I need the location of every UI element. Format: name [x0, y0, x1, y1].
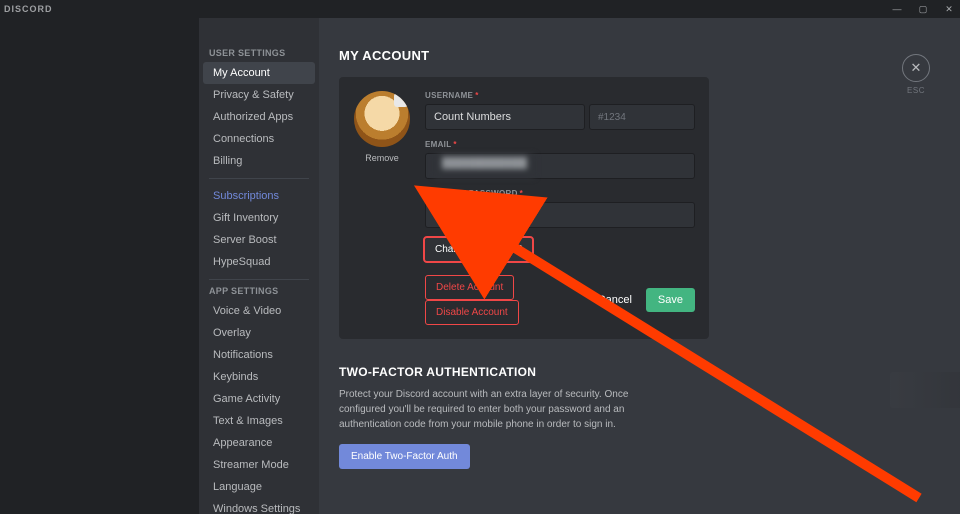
sidebar-item-windows-settings[interactable]: Windows Settings: [203, 498, 315, 514]
user-settings-header: USER SETTINGS: [199, 48, 319, 62]
save-button[interactable]: Save: [646, 288, 695, 312]
account-card: Remove USERNAME* EMAIL* ████████████ CUR…: [339, 77, 709, 339]
avatar-remove-link[interactable]: Remove: [365, 153, 399, 163]
sidebar-item-connections[interactable]: Connections: [203, 128, 315, 150]
twofa-title: TWO-FACTOR AUTHENTICATION: [339, 365, 930, 379]
email-input[interactable]: ████████████: [425, 153, 695, 179]
sidebar-item-text-images[interactable]: Text & Images: [203, 410, 315, 432]
enable-twofa-button[interactable]: Enable Two-Factor Auth: [339, 444, 470, 469]
sidebar-item-server-boost[interactable]: Server Boost: [203, 229, 315, 251]
sidebar-item-voice[interactable]: Voice & Video: [203, 300, 315, 322]
discriminator-input[interactable]: [589, 104, 695, 130]
maximize-icon[interactable]: ▢: [916, 4, 930, 15]
sidebar-item-notifications[interactable]: Notifications: [203, 344, 315, 366]
close-x-icon[interactable]: ✕: [902, 54, 930, 82]
left-gutter: [0, 18, 199, 514]
sidebar-item-my-account[interactable]: My Account: [203, 62, 315, 84]
sidebar-item-billing[interactable]: Billing: [203, 150, 315, 172]
cancel-button[interactable]: Cancel: [588, 288, 642, 312]
twofa-illustration: [890, 372, 960, 408]
sidebar-item-overlay[interactable]: Overlay: [203, 322, 315, 344]
password-label: CURRENT PASSWORD*: [425, 189, 695, 198]
sidebar-item-gift-inventory[interactable]: Gift Inventory: [203, 207, 315, 229]
sidebar-item-game-activity[interactable]: Game Activity: [203, 388, 315, 410]
username-label: USERNAME*: [425, 91, 695, 100]
sidebar-separator-2: [209, 279, 309, 280]
sidebar-item-streamer-mode[interactable]: Streamer Mode: [203, 454, 315, 476]
settings-sidebar: USER SETTINGS My Account Privacy & Safet…: [199, 18, 319, 514]
sidebar-item-subscriptions[interactable]: Subscriptions: [203, 185, 315, 207]
sidebar-item-authorized-apps[interactable]: Authorized Apps: [203, 106, 315, 128]
sidebar-separator: [209, 178, 309, 179]
window-controls: — ▢ ✕: [890, 4, 956, 15]
avatar[interactable]: [354, 91, 410, 147]
twofa-description: Protect your Discord account with an ext…: [339, 387, 639, 432]
disable-account-button[interactable]: Disable Account: [425, 300, 519, 325]
current-password-input[interactable]: [425, 202, 695, 228]
content-area: ✕ ESC MY ACCOUNT Remove USERNAME* EMAIL*…: [319, 18, 960, 514]
app-brand: DISCORD: [4, 4, 53, 14]
change-password-button[interactable]: Change Password?: [425, 238, 532, 261]
delete-account-button[interactable]: Delete Account: [425, 275, 514, 300]
sidebar-item-privacy[interactable]: Privacy & Safety: [203, 84, 315, 106]
minimize-icon[interactable]: —: [890, 4, 904, 14]
page-title: MY ACCOUNT: [339, 48, 930, 63]
username-input[interactable]: [425, 104, 585, 130]
email-label: EMAIL*: [425, 140, 695, 149]
close-settings[interactable]: ✕ ESC: [902, 54, 930, 95]
sidebar-item-keybinds[interactable]: Keybinds: [203, 366, 315, 388]
app-settings-header: APP SETTINGS: [199, 286, 319, 300]
esc-label: ESC: [907, 86, 925, 95]
sidebar-item-appearance[interactable]: Appearance: [203, 432, 315, 454]
close-icon[interactable]: ✕: [942, 4, 956, 15]
sidebar-item-hypesquad[interactable]: HypeSquad: [203, 251, 315, 273]
sidebar-item-language[interactable]: Language: [203, 476, 315, 498]
titlebar: DISCORD — ▢ ✕: [0, 0, 960, 18]
